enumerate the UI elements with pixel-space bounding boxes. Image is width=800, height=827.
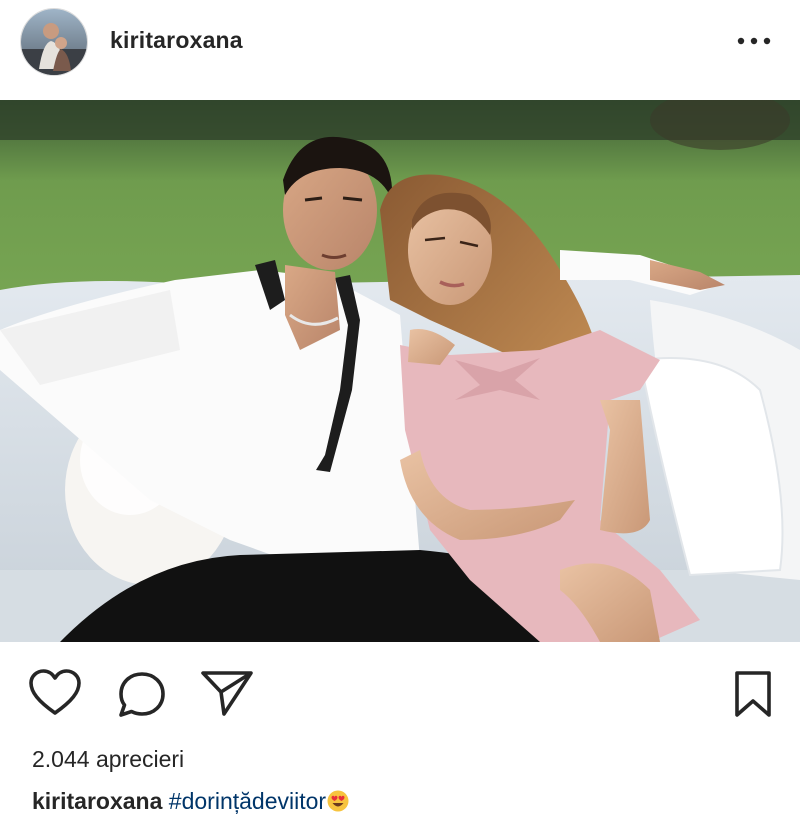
caption-username[interactable]: kiritaroxana: [32, 788, 162, 814]
couple-portrait-photo: [0, 100, 800, 642]
save-button[interactable]: [733, 670, 773, 723]
share-button[interactable]: [200, 668, 254, 723]
post-header: kiritaroxana: [0, 0, 800, 100]
like-button[interactable]: [28, 668, 82, 723]
post-image[interactable]: [0, 100, 800, 642]
heart-icon: [29, 669, 81, 715]
more-options-icon[interactable]: [734, 30, 774, 52]
profile-photo-icon: [21, 9, 87, 75]
caption-hashtag[interactable]: #dorințădeviitor: [169, 788, 326, 814]
comment-icon: [119, 672, 165, 717]
bookmark-icon: [735, 671, 771, 717]
post-caption: kiritaroxana #dorințădeviitor: [32, 788, 349, 815]
share-icon: [201, 671, 253, 716]
likes-count[interactable]: 2.044 aprecieri: [32, 746, 184, 773]
instagram-post: kiritaroxana 2.044 aprecieri kiritaroxan…: [0, 0, 800, 827]
avatar[interactable]: [20, 8, 88, 76]
comment-button[interactable]: [116, 670, 168, 725]
header-username[interactable]: kiritaroxana: [110, 27, 243, 54]
heart-eyes-emoji-icon: [327, 790, 349, 812]
